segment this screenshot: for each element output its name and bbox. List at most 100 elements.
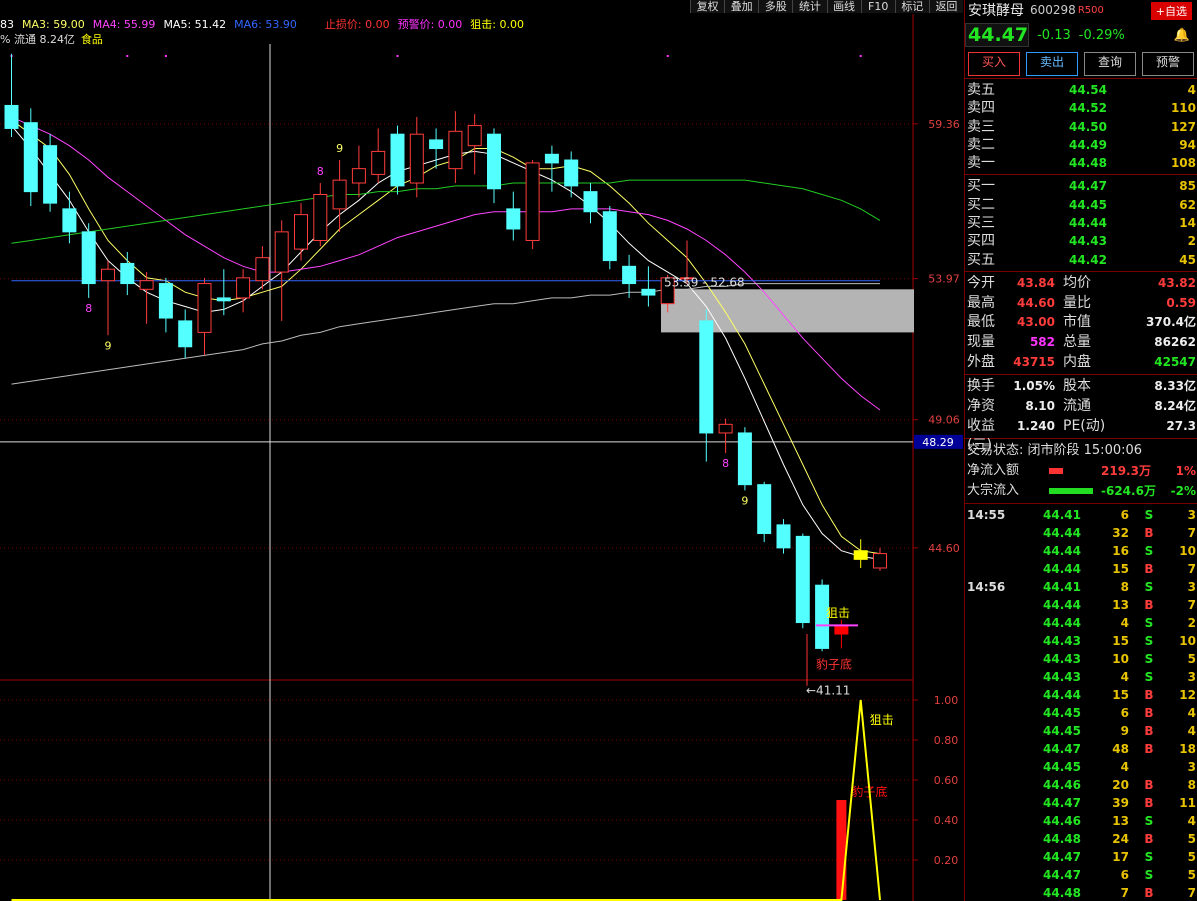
tick-row[interactable]: 44.44 13 B 7 (965, 596, 1197, 614)
candle[interactable] (294, 203, 308, 261)
bids-row[interactable]: 买一 44.47 85 (965, 177, 1197, 195)
candle[interactable] (448, 111, 463, 184)
tick-row[interactable]: 44.48 24 B 5 (965, 830, 1197, 848)
kline-chart[interactable]: 59.3653.9749.0644.6048.2989898953.59 - 5… (0, 0, 963, 901)
candle[interactable] (120, 251, 135, 296)
stat-row: 今开 43.84 均价 43.82 (965, 274, 1197, 294)
candle[interactable] (23, 108, 38, 206)
ma-line-ma7 (11, 179, 881, 244)
candle[interactable] (313, 183, 328, 247)
candle[interactable] (564, 151, 579, 198)
candle[interactable] (699, 309, 714, 462)
tick-row[interactable]: 44.45 6 B 4 (965, 704, 1197, 722)
tick-row[interactable]: 44.44 16 S 10 (965, 542, 1197, 560)
toolbar-button-6[interactable]: 标记 (894, 0, 929, 13)
tick-row[interactable]: 44.43 15 S 10 (965, 632, 1197, 650)
candle[interactable] (197, 277, 212, 356)
bids-row[interactable]: 买二 44.45 62 (965, 196, 1197, 214)
chart-toolbar: 复权 叠加 多股 统计 画线 F10 标记 返回 (690, 0, 963, 13)
tick-price: 44.41 (1043, 580, 1081, 595)
tick-count: 7 (1187, 562, 1196, 577)
candle[interactable] (737, 427, 752, 491)
toolbar-button-4[interactable]: 画线 (826, 0, 861, 13)
asks-row[interactable]: 卖四 44.52 110 (965, 99, 1197, 117)
asks-row[interactable]: 卖三 44.50 127 (965, 118, 1197, 136)
candle[interactable] (158, 277, 173, 333)
candle[interactable] (873, 547, 887, 571)
tick-row[interactable]: 44.47 17 S 5 (965, 848, 1197, 866)
kline-chart-area[interactable]: 59.36 53.97 49.06 44.60 48.29 8 9 8 9 8 9 53.59 - 5… (0, 0, 963, 901)
bids-row[interactable]: 买五 44.42 45 (965, 251, 1197, 269)
candle[interactable] (757, 481, 772, 543)
tick-row[interactable]: 44.48 7 B 7 (965, 884, 1197, 901)
sell-button[interactable]: 卖出 (1026, 52, 1078, 76)
candle[interactable] (43, 134, 58, 212)
candle[interactable] (506, 191, 521, 241)
candle[interactable] (101, 260, 115, 336)
tick-row[interactable]: 44.47 39 B 11 (965, 794, 1197, 812)
flow-row: 净流入额 219.3万 1% (965, 461, 1197, 481)
candle[interactable] (795, 533, 810, 629)
candle[interactable] (351, 145, 366, 198)
tick-row[interactable]: 44.44 32 B 7 (965, 524, 1197, 542)
query-button[interactable]: 查询 (1084, 52, 1136, 76)
alert-button[interactable]: 预警 (1142, 52, 1194, 76)
toolbar-button-3[interactable]: 统计 (792, 0, 827, 13)
tick-row[interactable]: 44.45 9 B 4 (965, 722, 1197, 740)
tick-side: B (1144, 526, 1154, 541)
candle[interactable] (139, 272, 154, 324)
tick-row[interactable]: 44.44 4 S 2 (965, 614, 1197, 632)
toolbar-button-5[interactable]: F10 (860, 0, 895, 13)
tick-row[interactable]: 44.45 4 3 (965, 758, 1197, 776)
candle[interactable] (718, 418, 733, 454)
candle[interactable] (622, 254, 637, 298)
candle[interactable] (216, 269, 231, 316)
candle[interactable] (583, 183, 598, 224)
tick-row[interactable]: 44.43 10 S 5 (965, 650, 1197, 668)
buy-button[interactable]: 买入 (968, 52, 1020, 76)
candle[interactable] (487, 128, 501, 204)
toolbar-button-7[interactable]: 返回 (928, 0, 963, 13)
tick-row[interactable]: 44.43 4 S 3 (965, 668, 1197, 686)
tick-row[interactable]: 44.46 13 S 4 (965, 812, 1197, 830)
candle-body (390, 133, 405, 187)
asks-row[interactable]: 卖五 44.54 4 (965, 81, 1197, 99)
tick-row[interactable]: 44.44 15 B 7 (965, 560, 1197, 578)
tick-row[interactable]: 44.44 15 B 12 (965, 686, 1197, 704)
tick-row[interactable]: 14:56 44.41 8 S 3 (965, 578, 1197, 596)
asks-row[interactable]: 卖二 44.49 94 (965, 136, 1197, 154)
candle[interactable] (81, 223, 96, 298)
add-favorite-button[interactable]: +自选 (1150, 2, 1192, 20)
tick-row[interactable]: 44.47 48 B 18 (965, 740, 1197, 758)
candle[interactable] (4, 53, 19, 138)
candle[interactable] (390, 125, 405, 195)
candle[interactable] (602, 206, 617, 270)
candle[interactable] (641, 266, 656, 307)
candle[interactable] (409, 116, 424, 198)
bids-row[interactable]: 买四 44.43 2 (965, 232, 1197, 250)
bell-icon[interactable]: 🔔 (1174, 28, 1190, 43)
candle[interactable] (834, 619, 849, 649)
candle[interactable] (178, 309, 193, 359)
candle[interactable] (776, 519, 791, 554)
stat-label: 最高 (967, 294, 995, 311)
candle[interactable] (274, 220, 289, 321)
asks-row[interactable]: 卖一 44.48 108 (965, 154, 1197, 172)
bids-row[interactable]: 买三 44.44 14 (965, 214, 1197, 232)
toolbar-button-1[interactable]: 叠加 (724, 0, 759, 13)
candle[interactable] (332, 160, 347, 232)
candle[interactable] (853, 539, 868, 568)
candle[interactable] (429, 128, 444, 169)
candle[interactable] (467, 114, 482, 175)
candle[interactable] (525, 160, 540, 250)
tick-row[interactable]: 44.47 6 S 5 (965, 866, 1197, 884)
candle[interactable] (236, 269, 251, 313)
toolbar-button-0[interactable]: 复权 (690, 0, 725, 13)
tick-row[interactable]: 44.46 20 B 8 (965, 776, 1197, 794)
tick-row[interactable]: 14:55 44.41 6 S 3 (965, 506, 1197, 524)
tick-time (965, 722, 1043, 740)
toolbar-button-2[interactable]: 多股 (758, 0, 793, 13)
tick-list[interactable]: 14:55 44.41 6 S 3 44.44 32 B 7 44.44 16 S 10 44.44 15 B… (965, 506, 1197, 901)
stat-value: 43.00 (1017, 315, 1055, 330)
candle[interactable] (371, 128, 386, 184)
